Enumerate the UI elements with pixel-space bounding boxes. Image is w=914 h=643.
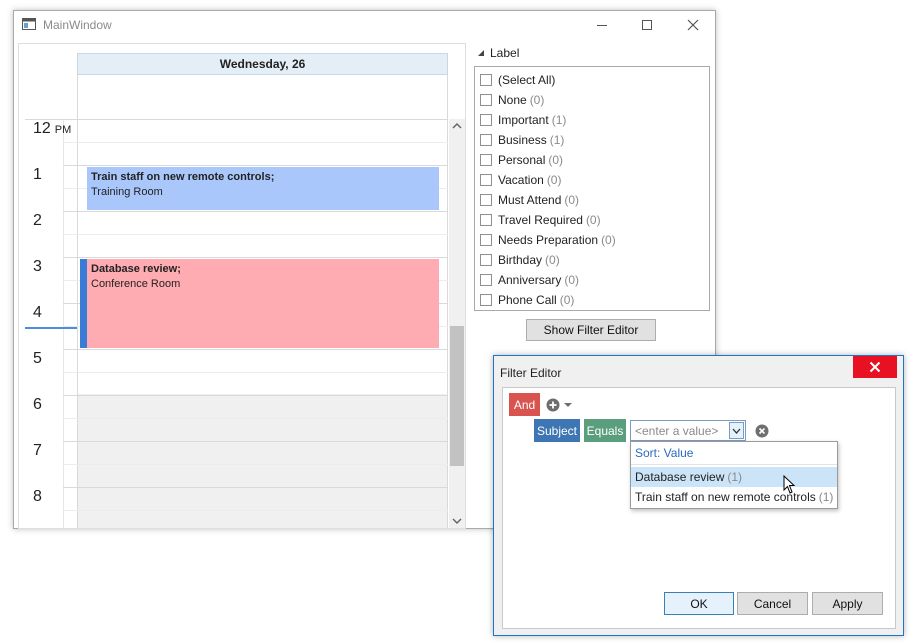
appointment-subject: Database review;	[91, 263, 181, 275]
checkbox[interactable]	[480, 214, 492, 226]
close-window-button[interactable]	[678, 13, 708, 37]
remove-icon	[755, 424, 769, 438]
checkbox[interactable]	[480, 194, 492, 206]
filter-item-select-all[interactable]: (Select All)	[475, 70, 709, 90]
hour-label-3: 3	[33, 258, 42, 275]
chevron-down-icon	[732, 428, 741, 434]
group-operator-tag[interactable]: And	[509, 393, 540, 416]
mouse-cursor-icon	[783, 474, 797, 495]
filter-item-important[interactable]: Important (1)	[475, 110, 709, 130]
cancel-button[interactable]: Cancel	[737, 592, 808, 615]
filter-item-anniversary[interactable]: Anniversary (0)	[475, 270, 709, 290]
dropdown-toggle[interactable]	[729, 422, 744, 439]
appointment-status-strip	[80, 259, 87, 348]
value-dropdown: Sort: Value Database review (1) Train sta…	[630, 441, 838, 509]
filter-item-birthday[interactable]: Birthday (0)	[475, 250, 709, 270]
checkbox[interactable]	[480, 134, 492, 146]
label-group-title: Label	[490, 46, 520, 60]
appointment-train-staff[interactable]: Train staff on new remote controls; Trai…	[87, 167, 439, 210]
add-icon	[546, 398, 560, 412]
appointment-location: Conference Room	[91, 278, 181, 290]
hour-label-12: 12 PM	[33, 120, 72, 137]
time-grid: 12 PM 1 2 3 4 5 6 7 8 Train staff on new …	[19, 119, 465, 528]
checkbox[interactable]	[480, 234, 492, 246]
filter-item-travel-required[interactable]: Travel Required (0)	[475, 210, 709, 230]
checkbox[interactable]	[480, 74, 492, 86]
checkbox[interactable]	[480, 254, 492, 266]
vertical-scrollbar[interactable]	[449, 119, 465, 528]
value-input[interactable]: <enter a value>	[630, 420, 746, 441]
chevron-down-icon	[564, 403, 572, 407]
scroll-up-icon[interactable]	[449, 122, 465, 133]
non-working-hours	[77, 394, 448, 528]
filter-item-none[interactable]: None (0)	[475, 90, 709, 110]
current-time-indicator	[25, 327, 77, 329]
filter-editor-dialog: Filter Editor And Subject Equals <enter …	[493, 355, 904, 636]
checkbox[interactable]	[480, 94, 492, 106]
hour-label-1: 1	[33, 166, 42, 183]
checkbox[interactable]	[480, 154, 492, 166]
app-icon	[22, 18, 36, 30]
dropdown-item-database-review[interactable]: Database review (1)	[631, 467, 837, 487]
window-title: MainWindow	[43, 18, 112, 32]
hour-label-6: 6	[33, 396, 42, 413]
filter-item-must-attend[interactable]: Must Attend (0)	[475, 190, 709, 210]
scroll-down-icon[interactable]	[449, 517, 465, 528]
hour-label-7: 7	[33, 442, 42, 459]
sort-option[interactable]: Sort: Value	[631, 442, 837, 465]
hour-label-5: 5	[33, 350, 42, 367]
checkbox[interactable]	[480, 114, 492, 126]
label-filter-list: (Select All) None (0) Important (1) Busine…	[474, 66, 710, 311]
filter-item-vacation[interactable]: Vacation (0)	[475, 170, 709, 190]
appointment-location: Training Room	[91, 186, 163, 198]
appointment-database-review[interactable]: Database review; Conference Room	[87, 259, 439, 348]
field-tag[interactable]: Subject	[534, 419, 580, 442]
show-filter-editor-button[interactable]: Show Filter Editor	[526, 319, 656, 341]
ampm-label: PM	[54, 124, 72, 136]
remove-condition-button[interactable]	[755, 424, 769, 438]
appointment-subject: Train staff on new remote controls;	[91, 171, 275, 183]
checkbox[interactable]	[480, 174, 492, 186]
checkbox[interactable]	[480, 274, 492, 286]
scroll-thumb[interactable]	[450, 326, 464, 466]
checkbox[interactable]	[480, 294, 492, 306]
apply-button[interactable]: Apply	[812, 592, 883, 615]
dialog-title: Filter Editor	[500, 366, 562, 380]
filter-item-personal[interactable]: Personal (0)	[475, 150, 709, 170]
dropdown-item-train-staff[interactable]: Train staff on new remote controls (1)	[631, 487, 837, 507]
maximize-button[interactable]	[632, 13, 662, 37]
filter-item-needs-preparation[interactable]: Needs Preparation (0)	[475, 230, 709, 250]
minimize-button[interactable]	[587, 13, 617, 37]
hour-label-2: 2	[33, 212, 42, 229]
day-header: Wednesday, 26	[77, 53, 448, 75]
all-day-area[interactable]	[77, 75, 448, 119]
hour-label-4: 4	[33, 304, 42, 321]
close-dialog-button[interactable]	[853, 356, 897, 378]
add-condition-button[interactable]	[546, 397, 576, 413]
filter-item-phone-call[interactable]: Phone Call (0)	[475, 290, 709, 310]
scheduler-view: Wednesday, 26 12 PM 1 2 3 4 5 6 7 8 Trai…	[18, 43, 466, 529]
operator-tag[interactable]: Equals	[584, 419, 626, 442]
ok-button[interactable]: OK	[664, 592, 734, 615]
filter-item-business[interactable]: Business (1)	[475, 130, 709, 150]
hour-label-8: 8	[33, 488, 42, 505]
